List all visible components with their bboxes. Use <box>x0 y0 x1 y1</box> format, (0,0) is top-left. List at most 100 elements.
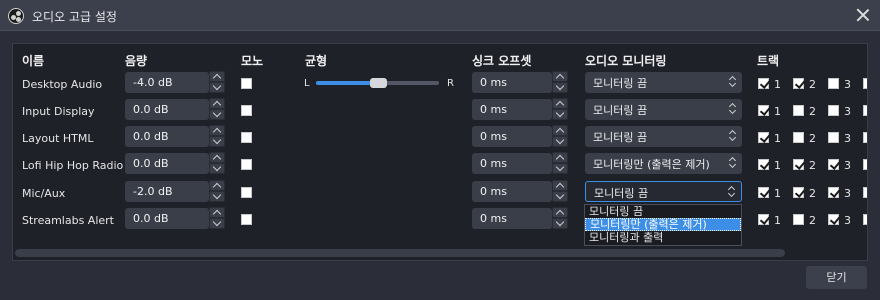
sync-offset-stepper[interactable] <box>552 71 568 93</box>
track-checkbox[interactable] <box>828 78 839 89</box>
track-checkbox[interactable] <box>793 78 804 89</box>
close-button[interactable]: 닫기 <box>806 266 867 289</box>
updown-chevron-icon <box>729 156 737 170</box>
track-checkbox[interactable] <box>758 105 769 116</box>
sync-offset-input[interactable]: 0 ms <box>472 72 552 93</box>
monitoring-option[interactable]: 모니터링 끔 <box>585 205 741 218</box>
track-checkbox[interactable] <box>758 187 769 198</box>
track-checkbox[interactable] <box>758 78 769 89</box>
volume-input[interactable]: -2.0 dB <box>125 181 209 202</box>
track-checkbox[interactable] <box>828 187 839 198</box>
decrease-arrow-icon[interactable] <box>209 136 225 147</box>
volume-input[interactable]: 0.0 dB <box>125 99 209 120</box>
monitoring-select[interactable]: 모니터링 끔 <box>585 72 742 93</box>
track-checkbox[interactable] <box>758 159 769 170</box>
decrease-arrow-icon[interactable] <box>552 109 568 120</box>
decrease-arrow-icon[interactable] <box>209 218 225 229</box>
mono-checkbox[interactable] <box>241 214 252 225</box>
decrease-arrow-icon[interactable] <box>552 191 568 202</box>
volume-value: 0.0 dB <box>133 157 169 170</box>
monitoring-option[interactable]: 모니터링과 출력 <box>585 231 741 244</box>
sync-offset-stepper[interactable] <box>552 125 568 147</box>
track-checkbox[interactable] <box>793 214 804 225</box>
track-checkbox[interactable] <box>793 105 804 116</box>
increase-arrow-icon[interactable] <box>209 98 225 109</box>
track-checkbox[interactable] <box>793 187 804 198</box>
increase-arrow-icon[interactable] <box>209 180 225 191</box>
increase-arrow-icon[interactable] <box>552 207 568 218</box>
decrease-arrow-icon[interactable] <box>209 163 225 174</box>
track-checkbox[interactable] <box>828 105 839 116</box>
track-checkbox[interactable] <box>863 214 867 225</box>
close-icon[interactable] <box>854 6 872 24</box>
increase-arrow-icon[interactable] <box>552 152 568 163</box>
track-checkbox[interactable] <box>793 132 804 143</box>
mono-checkbox[interactable] <box>241 187 252 198</box>
volume-stepper[interactable] <box>209 207 225 229</box>
volume-stepper[interactable] <box>209 180 225 202</box>
monitoring-select[interactable]: 모니터링 끔 <box>585 126 742 147</box>
monitoring-select[interactable]: 모니터링 끔 <box>585 181 742 202</box>
sync-offset-stepper[interactable] <box>552 207 568 229</box>
volume-stepper[interactable] <box>209 98 225 120</box>
increase-arrow-icon[interactable] <box>552 125 568 136</box>
track-checkbox[interactable] <box>863 78 867 89</box>
track-label: 2 <box>809 78 816 91</box>
horizontal-scrollbar[interactable] <box>15 249 785 257</box>
mono-checkbox[interactable] <box>241 105 252 116</box>
increase-arrow-icon[interactable] <box>209 152 225 163</box>
track-label: 2 <box>809 214 816 227</box>
decrease-arrow-icon[interactable] <box>209 82 225 93</box>
track-checkbox[interactable] <box>758 132 769 143</box>
increase-arrow-icon[interactable] <box>209 71 225 82</box>
balance-slider-handle[interactable] <box>370 78 387 88</box>
increase-arrow-icon[interactable] <box>209 125 225 136</box>
track-label: 3 <box>844 187 851 200</box>
mono-checkbox[interactable] <box>241 159 252 170</box>
sync-offset-input[interactable]: 0 ms <box>472 126 552 147</box>
monitoring-select[interactable]: 모니터링만 (출력은 제거) <box>585 153 742 174</box>
updown-chevron-icon <box>729 102 737 116</box>
volume-stepper[interactable] <box>209 152 225 174</box>
increase-arrow-icon[interactable] <box>552 180 568 191</box>
sync-offset-input[interactable]: 0 ms <box>472 153 552 174</box>
monitoring-select-value: 모니터링 끔 <box>593 77 648 90</box>
sync-offset-stepper[interactable] <box>552 98 568 120</box>
sync-offset-stepper[interactable] <box>552 180 568 202</box>
updown-chevron-icon <box>729 129 737 143</box>
volume-stepper[interactable] <box>209 71 225 93</box>
volume-value: 0.0 dB <box>133 103 169 116</box>
volume-input[interactable]: 0.0 dB <box>125 126 209 147</box>
decrease-arrow-icon[interactable] <box>552 218 568 229</box>
monitoring-select[interactable]: 모니터링 끔 <box>585 99 742 120</box>
track-checkbox[interactable] <box>828 132 839 143</box>
track-checkbox[interactable] <box>863 105 867 116</box>
monitoring-option-selected[interactable]: 모니터링만 (출력은 제거) <box>585 218 741 231</box>
monitoring-select-value: 모니터링 끔 <box>593 104 648 117</box>
track-checkbox[interactable] <box>793 159 804 170</box>
track-checkbox[interactable] <box>828 214 839 225</box>
volume-input[interactable]: -4.0 dB <box>125 72 209 93</box>
increase-arrow-icon[interactable] <box>552 98 568 109</box>
track-checkbox[interactable] <box>863 132 867 143</box>
sync-offset-input[interactable]: 0 ms <box>472 99 552 120</box>
track-checkbox[interactable] <box>863 187 867 198</box>
track-checkbox[interactable] <box>863 159 867 170</box>
sync-offset-input[interactable]: 0 ms <box>472 181 552 202</box>
increase-arrow-icon[interactable] <box>209 207 225 218</box>
volume-input[interactable]: 0.0 dB <box>125 153 209 174</box>
mono-checkbox[interactable] <box>241 132 252 143</box>
decrease-arrow-icon[interactable] <box>552 163 568 174</box>
increase-arrow-icon[interactable] <box>552 71 568 82</box>
decrease-arrow-icon[interactable] <box>552 136 568 147</box>
sync-offset-stepper[interactable] <box>552 152 568 174</box>
sync-offset-input[interactable]: 0 ms <box>472 208 552 229</box>
volume-input[interactable]: 0.0 dB <box>125 208 209 229</box>
decrease-arrow-icon[interactable] <box>209 191 225 202</box>
volume-stepper[interactable] <box>209 125 225 147</box>
track-checkbox[interactable] <box>758 214 769 225</box>
decrease-arrow-icon[interactable] <box>209 109 225 120</box>
mono-checkbox[interactable] <box>241 78 252 89</box>
track-checkbox[interactable] <box>828 159 839 170</box>
decrease-arrow-icon[interactable] <box>552 82 568 93</box>
